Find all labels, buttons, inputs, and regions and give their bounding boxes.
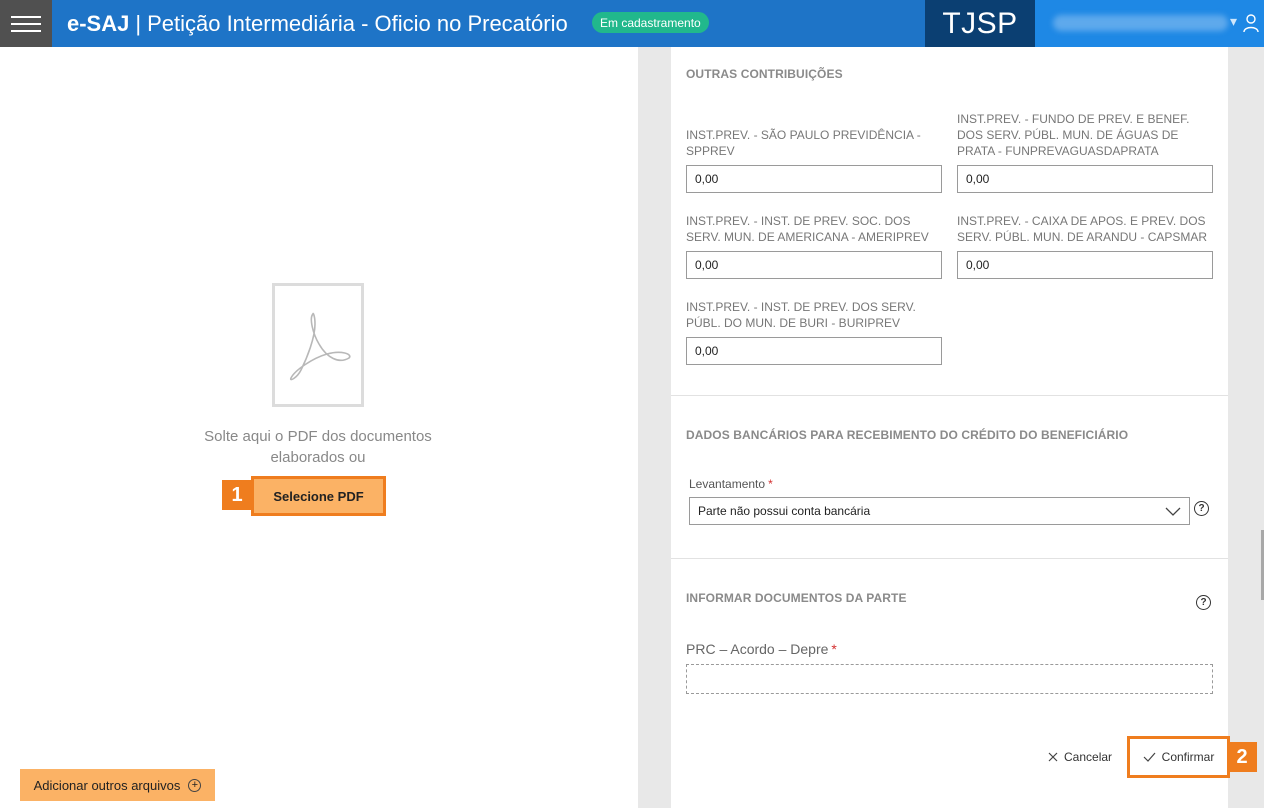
check-icon <box>1143 752 1156 762</box>
add-other-files-button[interactable]: Adicionar outros arquivos + <box>20 769 215 801</box>
levantamento-selected-value: Parte não possui conta bancária <box>698 504 871 518</box>
document-type-label: PRC – Acordo – Depre * <box>686 641 837 657</box>
document-drop-zone[interactable] <box>686 664 1213 694</box>
spprev-input[interactable]: 0,00 <box>686 165 942 193</box>
chevron-down-icon: ▾ <box>1230 13 1238 29</box>
drop-instructions: Solte aqui o PDF dos documentos elaborad… <box>204 428 432 466</box>
user-icon[interactable] <box>1242 13 1260 33</box>
buriprev-input[interactable]: 0,00 <box>686 337 942 365</box>
documentos-help-icon[interactable]: ? <box>1196 595 1211 610</box>
required-asterisk: * <box>768 477 773 491</box>
confirm-label: Confirmar <box>1161 750 1215 764</box>
esaj-logo[interactable]: e-SAJ <box>67 11 129 37</box>
scrollbar-track[interactable] <box>1228 47 1264 808</box>
menu-line <box>11 22 41 25</box>
document-type-label-text: PRC – Acordo – Depre <box>686 641 829 657</box>
app-brand: e-SAJ | Petição Intermediária - Oficio n… <box>67 0 568 47</box>
cancel-button[interactable]: Cancelar <box>1048 750 1112 764</box>
page-title: Petição Intermediária - Oficio no Precat… <box>147 10 568 36</box>
section-title-outras-contribuicoes: OUTRAS CONTRIBUIÇÕES <box>686 67 843 81</box>
levantamento-help-icon[interactable]: ? <box>1194 501 1209 516</box>
user-menu[interactable]: ▾ <box>1035 0 1264 47</box>
status-badge: Em cadastramento <box>592 12 709 33</box>
step-marker-2: 2 <box>1227 742 1257 772</box>
field-label-spprev: INST.PREV. - SÃO PAULO PREVIDÊNCIA - SPP… <box>686 128 921 158</box>
section-title-documentos-parte: INFORMAR DOCUMENTOS DA PARTE <box>686 591 907 605</box>
required-asterisk: * <box>831 641 837 657</box>
field-label-capsmar: INST.PREV. - CAIXA DE APOS. E PREV. DOS … <box>957 214 1208 244</box>
section-divider <box>671 558 1228 559</box>
menu-line <box>11 29 41 32</box>
add-files-label: Adicionar outros arquivos <box>33 777 181 793</box>
title-separator: | <box>135 10 142 36</box>
field-label-funprevaguasdaprata: INST.PREV. - FUNDO DE PREV. E BENEF. DOS… <box>957 112 1190 158</box>
court-logo: TJSP <box>925 0 1035 47</box>
ameriprev-input[interactable]: 0,00 <box>686 251 942 279</box>
levantamento-label-text: Levantamento <box>689 477 766 491</box>
plus-circle-icon: + <box>188 778 202 792</box>
close-icon <box>1048 752 1058 762</box>
user-name-redacted <box>1053 15 1228 31</box>
levantamento-select[interactable]: Parte não possui conta bancária <box>689 497 1190 525</box>
hamburger-menu-button[interactable] <box>0 0 52 47</box>
chevron-down-icon <box>1165 507 1181 516</box>
capsmar-input[interactable]: 0,00 <box>957 251 1213 279</box>
field-label-ameriprev: INST.PREV. - INST. DE PREV. SOC. DOS SER… <box>686 214 929 244</box>
levantamento-label: Levantamento * <box>689 477 773 491</box>
section-divider <box>671 395 1228 396</box>
top-bar: e-SAJ | Petição Intermediária - Oficio n… <box>0 0 1264 47</box>
step-marker-1: 1 <box>222 480 252 510</box>
confirm-button[interactable]: Confirmar <box>1127 736 1230 778</box>
select-pdf-button[interactable]: Selecione PDF <box>251 476 386 516</box>
section-title-dados-bancarios: DADOS BANCÁRIOS PARA RECEBIMENTO DO CRÉD… <box>686 428 1129 442</box>
cancel-label: Cancelar <box>1064 750 1113 764</box>
menu-line <box>11 15 41 18</box>
pdf-document-icon <box>272 283 364 407</box>
field-label-buriprev: INST.PREV. - INST. DE PREV. DOS SERV. PÚ… <box>686 300 916 330</box>
pdf-drop-area[interactable]: Solte aqui o PDF dos documentos elaborad… <box>0 47 638 808</box>
funprevaguasdaprata-input[interactable]: 0,00 <box>957 165 1213 193</box>
